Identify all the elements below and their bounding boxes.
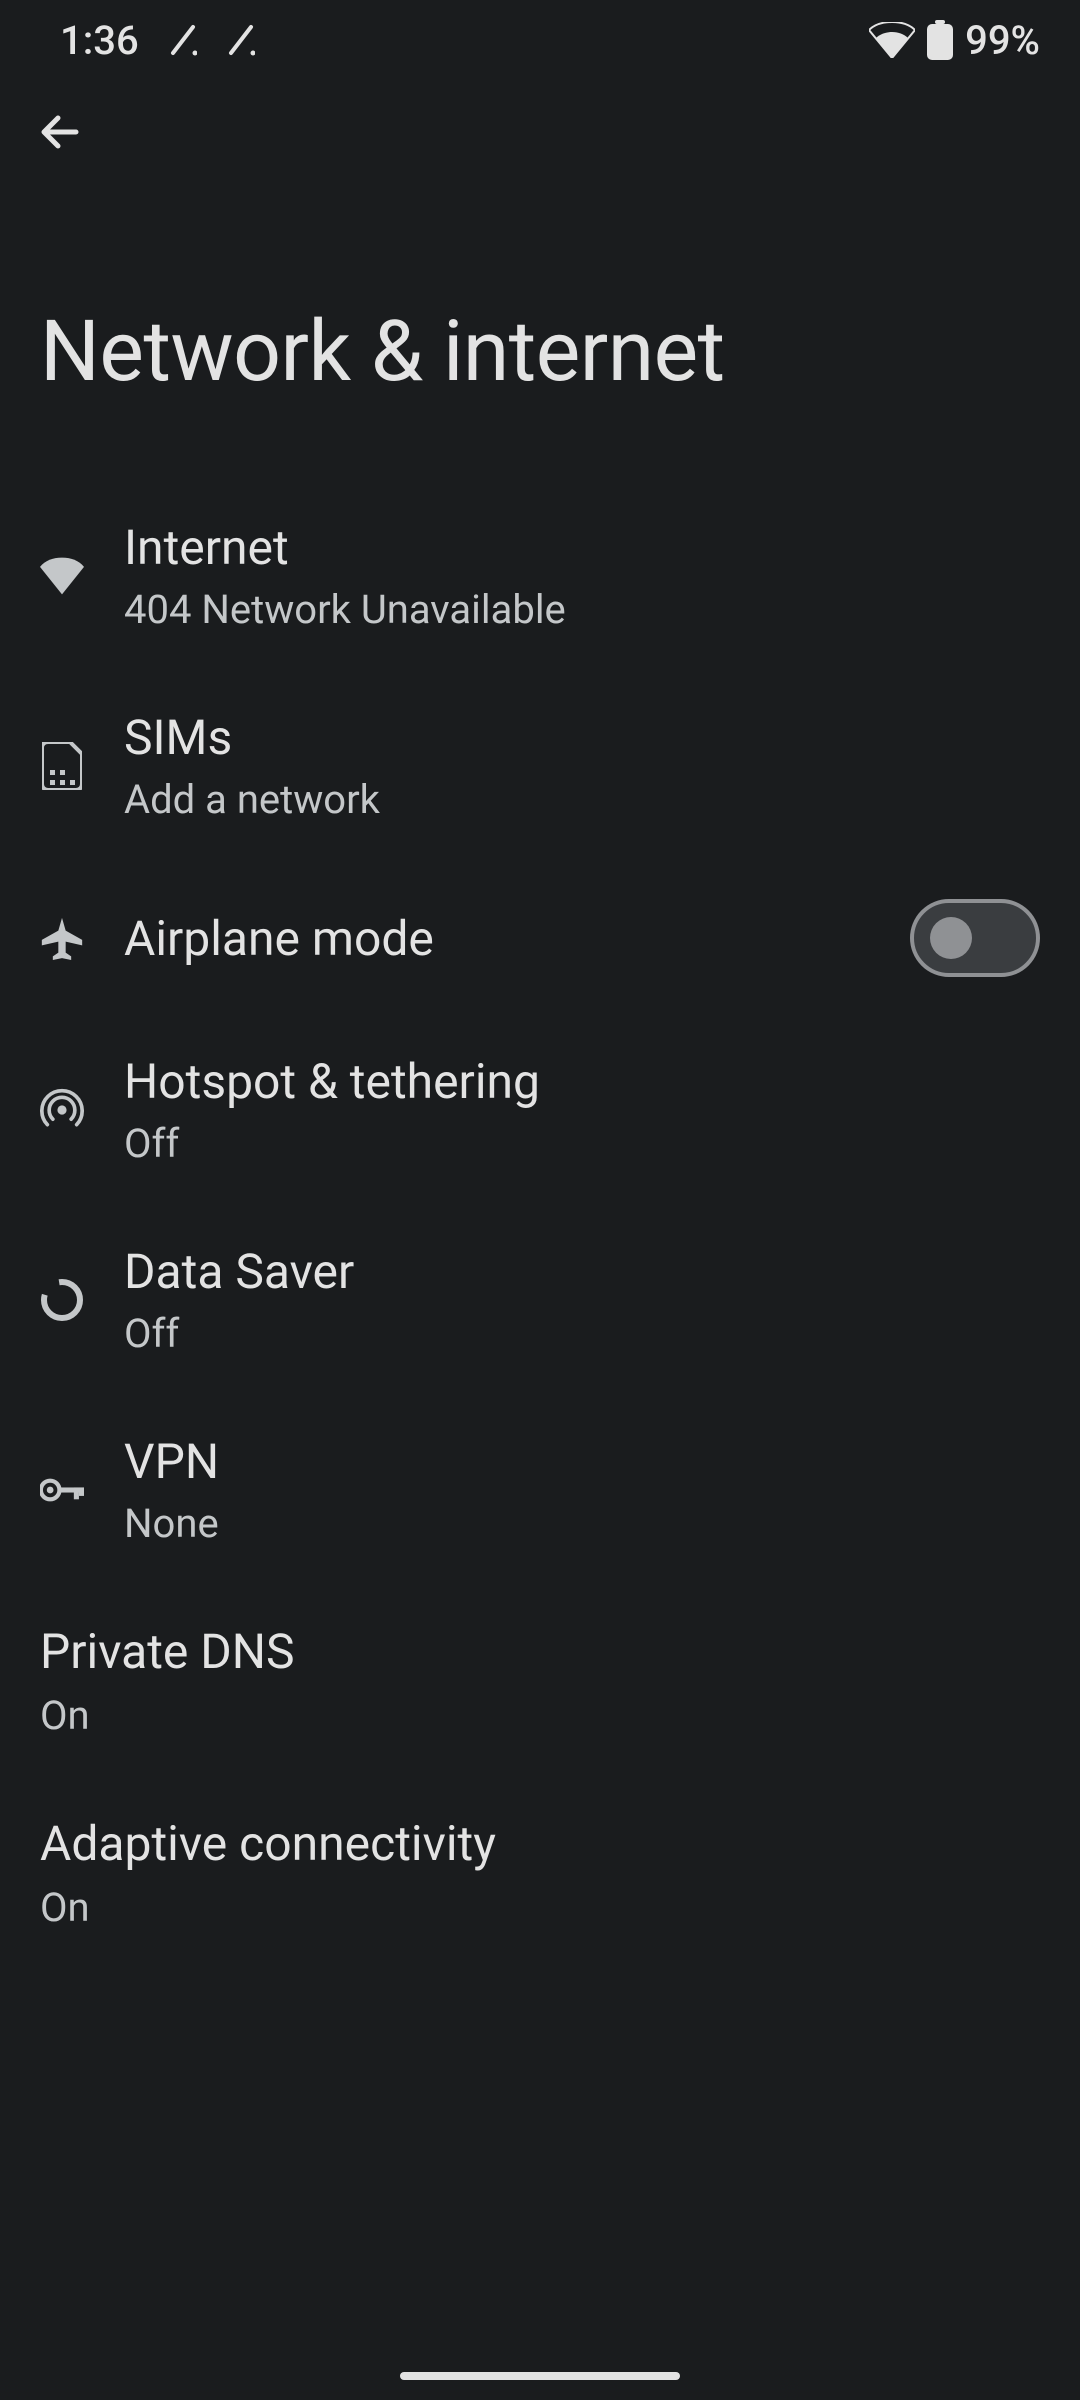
setting-item-hotspot[interactable]: Hotspot & tethering Off (0, 1015, 1080, 1205)
setting-title: Adaptive connectivity (40, 1815, 1040, 1872)
arrow-left-icon (36, 108, 84, 156)
setting-item-adaptive[interactable]: Adaptive connectivity On (0, 1777, 1080, 1969)
page-title: Network & internet (0, 162, 1080, 481)
wifi-icon (40, 554, 84, 598)
setting-subtitle: Off (124, 1120, 1040, 1167)
status-time: 1:36 (60, 17, 139, 64)
setting-item-private-dns[interactable]: Private DNS On (0, 1585, 1080, 1777)
setting-title: Hotspot & tethering (124, 1053, 1040, 1110)
airplane-icon (40, 916, 84, 960)
setting-subtitle: Add a network (124, 776, 1040, 823)
setting-subtitle: On (40, 1692, 1040, 1739)
setting-item-datasaver[interactable]: Data Saver Off (0, 1205, 1080, 1395)
battery-percent: 99% (965, 17, 1040, 64)
setting-title: VPN (124, 1433, 1040, 1490)
setting-item-vpn[interactable]: VPN None (0, 1395, 1080, 1585)
setting-title: Data Saver (124, 1243, 1040, 1300)
back-button[interactable] (30, 102, 90, 162)
setting-subtitle: Off (124, 1310, 1040, 1357)
toggle-knob (930, 917, 972, 959)
header (0, 80, 1080, 162)
setting-subtitle: None (124, 1500, 1040, 1547)
setting-item-airplane[interactable]: Airplane mode (0, 861, 1080, 1015)
status-right: 99% (869, 17, 1040, 64)
sim-icon (40, 744, 84, 788)
no-signal-icon-2 (227, 23, 255, 57)
setting-title: Airplane mode (124, 910, 870, 967)
navigation-handle[interactable] (400, 2372, 680, 2380)
wifi-icon (869, 22, 915, 58)
setting-item-sims[interactable]: SIMs Add a network (0, 671, 1080, 861)
status-left: 1:36 (60, 17, 255, 64)
setting-item-internet[interactable]: Internet 404 Network Unavailable (0, 481, 1080, 671)
hotspot-icon (40, 1088, 84, 1132)
vpn-key-icon (40, 1468, 84, 1512)
status-bar: 1:36 99% (0, 0, 1080, 80)
setting-subtitle: On (40, 1884, 1040, 1931)
setting-title: SIMs (124, 709, 1040, 766)
data-saver-icon (40, 1278, 84, 1322)
setting-title: Private DNS (40, 1623, 1040, 1680)
no-signal-icon-1 (169, 23, 197, 57)
airplane-toggle[interactable] (910, 899, 1040, 977)
setting-subtitle: 404 Network Unavailable (124, 586, 1040, 633)
setting-title: Internet (124, 519, 1040, 576)
battery-icon (927, 20, 953, 60)
